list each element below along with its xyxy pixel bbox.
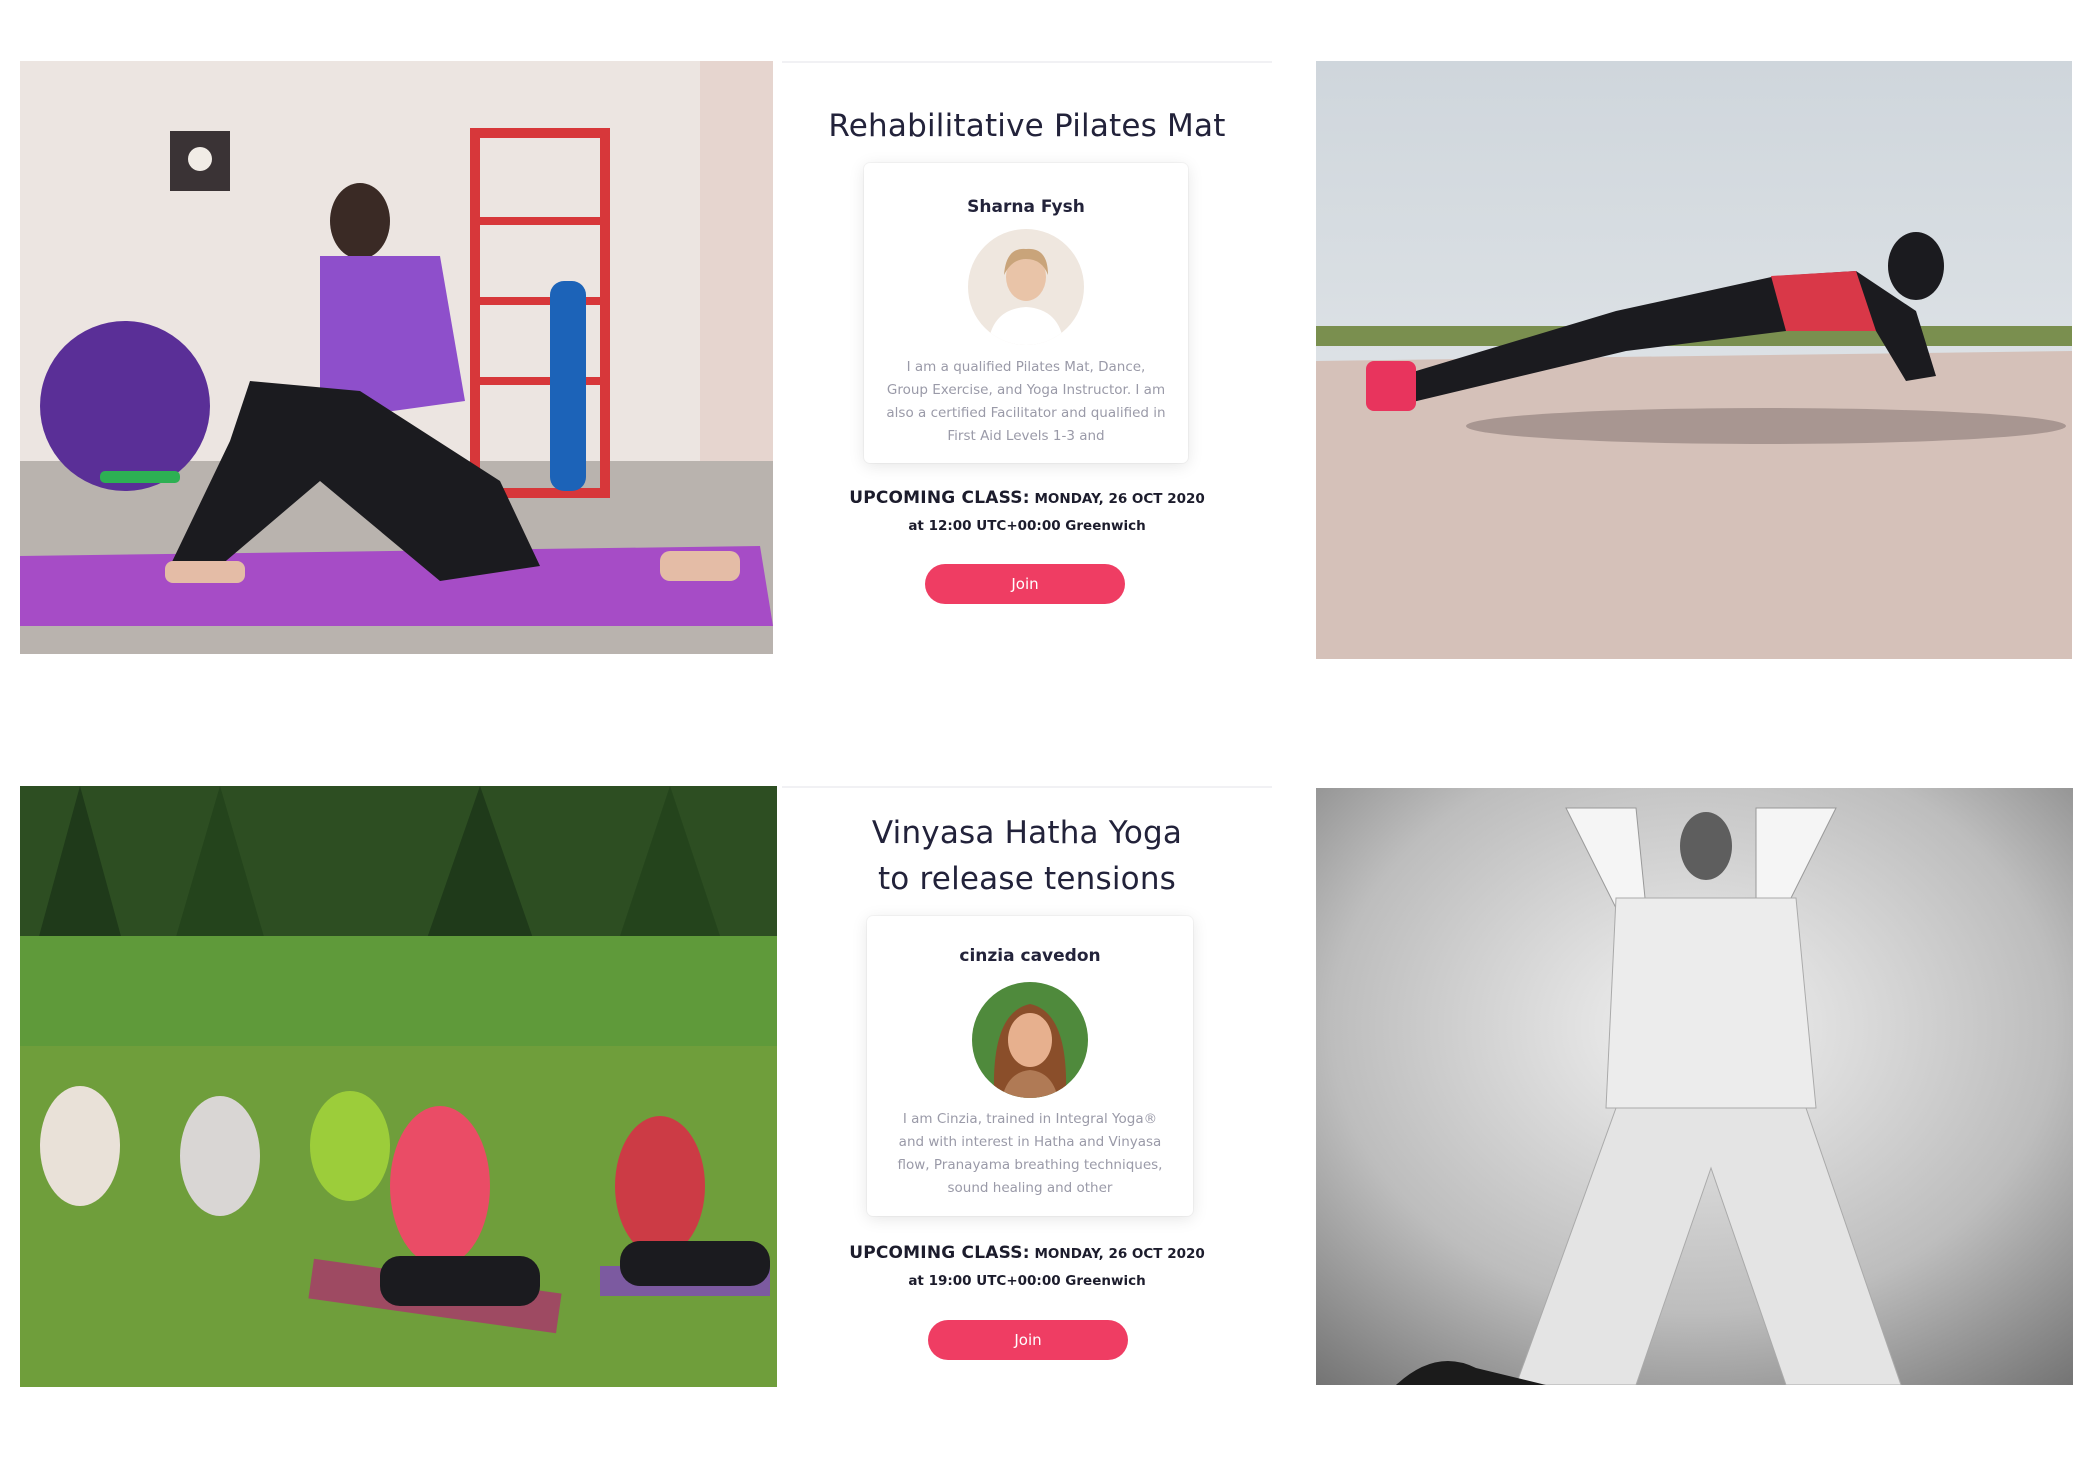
instructor-card[interactable]: cinzia cavedon I am Cinzia, trained in I… (867, 916, 1193, 1216)
upcoming-label: UPCOMING CLASS: (849, 488, 1030, 508)
class-title[interactable]: Vinyasa Hatha Yoga to release tensions (782, 810, 1272, 902)
divider (782, 61, 1272, 63)
instructor-name[interactable]: Sharna Fysh (864, 197, 1188, 217)
join-button[interactable]: Join (928, 1320, 1128, 1360)
upcoming-label: UPCOMING CLASS: (849, 1243, 1030, 1263)
avatar (972, 982, 1088, 1098)
upcoming-class: UPCOMING CLASS: MONDAY, 26 OCT 2020 at 1… (782, 485, 1272, 539)
instructor-card[interactable]: Sharna Fysh I am a qualified Pilates Mat… (864, 163, 1188, 463)
class-panel-2: Vinyasa Hatha Yoga to release tensions c… (782, 786, 1272, 1386)
instructor-name[interactable]: cinzia cavedon (867, 946, 1193, 966)
instructor-bio: I am a qualified Pilates Mat, Dance, Gro… (886, 359, 1166, 444)
class-panel-1: Rehabilitative Pilates Mat Sharna Fysh I… (782, 61, 1272, 661)
class-photo-tai-chi (1316, 788, 2073, 1385)
class-photo-yoga-group (20, 786, 777, 1387)
join-button[interactable]: Join (925, 564, 1125, 604)
upcoming-class: UPCOMING CLASS: MONDAY, 26 OCT 2020 at 1… (782, 1240, 1272, 1294)
avatar (968, 229, 1084, 345)
upcoming-time: at 12:00 UTC+00:00 Greenwich (908, 518, 1146, 534)
class-photo-plank (1316, 61, 2072, 659)
class-photo-pilates (20, 61, 773, 654)
class-title[interactable]: Rehabilitative Pilates Mat (782, 103, 1272, 149)
instructor-bio: I am Cinzia, trained in Integral Yoga® a… (897, 1111, 1163, 1196)
upcoming-time: at 19:00 UTC+00:00 Greenwich (908, 1273, 1146, 1289)
upcoming-date: MONDAY, 26 OCT 2020 (1034, 1246, 1205, 1262)
divider (782, 786, 1272, 788)
upcoming-date: MONDAY, 26 OCT 2020 (1034, 491, 1205, 507)
